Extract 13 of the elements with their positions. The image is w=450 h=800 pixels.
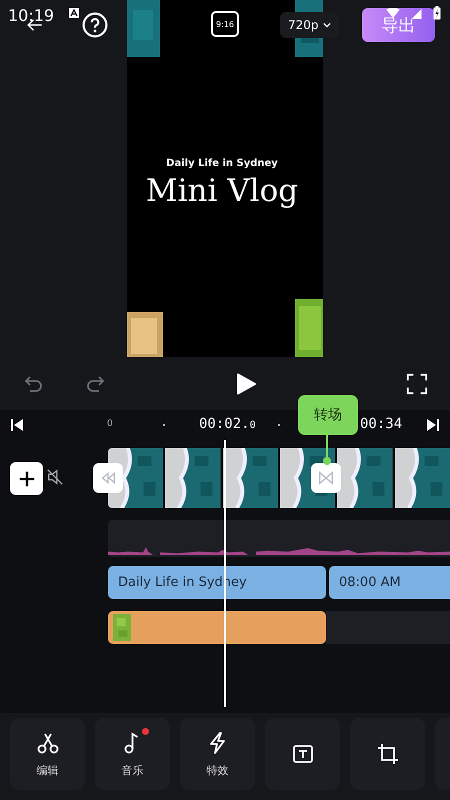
aspect-ratio-button[interactable]: 9:16 bbox=[211, 11, 239, 37]
text-clip[interactable]: 08:00 AM bbox=[329, 566, 450, 599]
resolution-dropdown[interactable]: 720p bbox=[280, 12, 339, 38]
status-time: 10:19 bbox=[8, 6, 54, 25]
total-time: 00:34 bbox=[360, 416, 402, 432]
tool-button[interactable]: 编辑 bbox=[10, 718, 85, 790]
transition-tooltip: 转场 bbox=[298, 395, 358, 435]
tool-button[interactable]: 特效 bbox=[180, 718, 255, 790]
time-tick: 0 bbox=[107, 419, 113, 429]
current-time: 00:02.0 bbox=[199, 416, 256, 432]
video-subtitle: Daily Life in Sydney bbox=[166, 158, 278, 169]
video-title: Mini Vlog bbox=[146, 173, 298, 209]
tool-button[interactable]: 音乐 bbox=[95, 718, 170, 790]
